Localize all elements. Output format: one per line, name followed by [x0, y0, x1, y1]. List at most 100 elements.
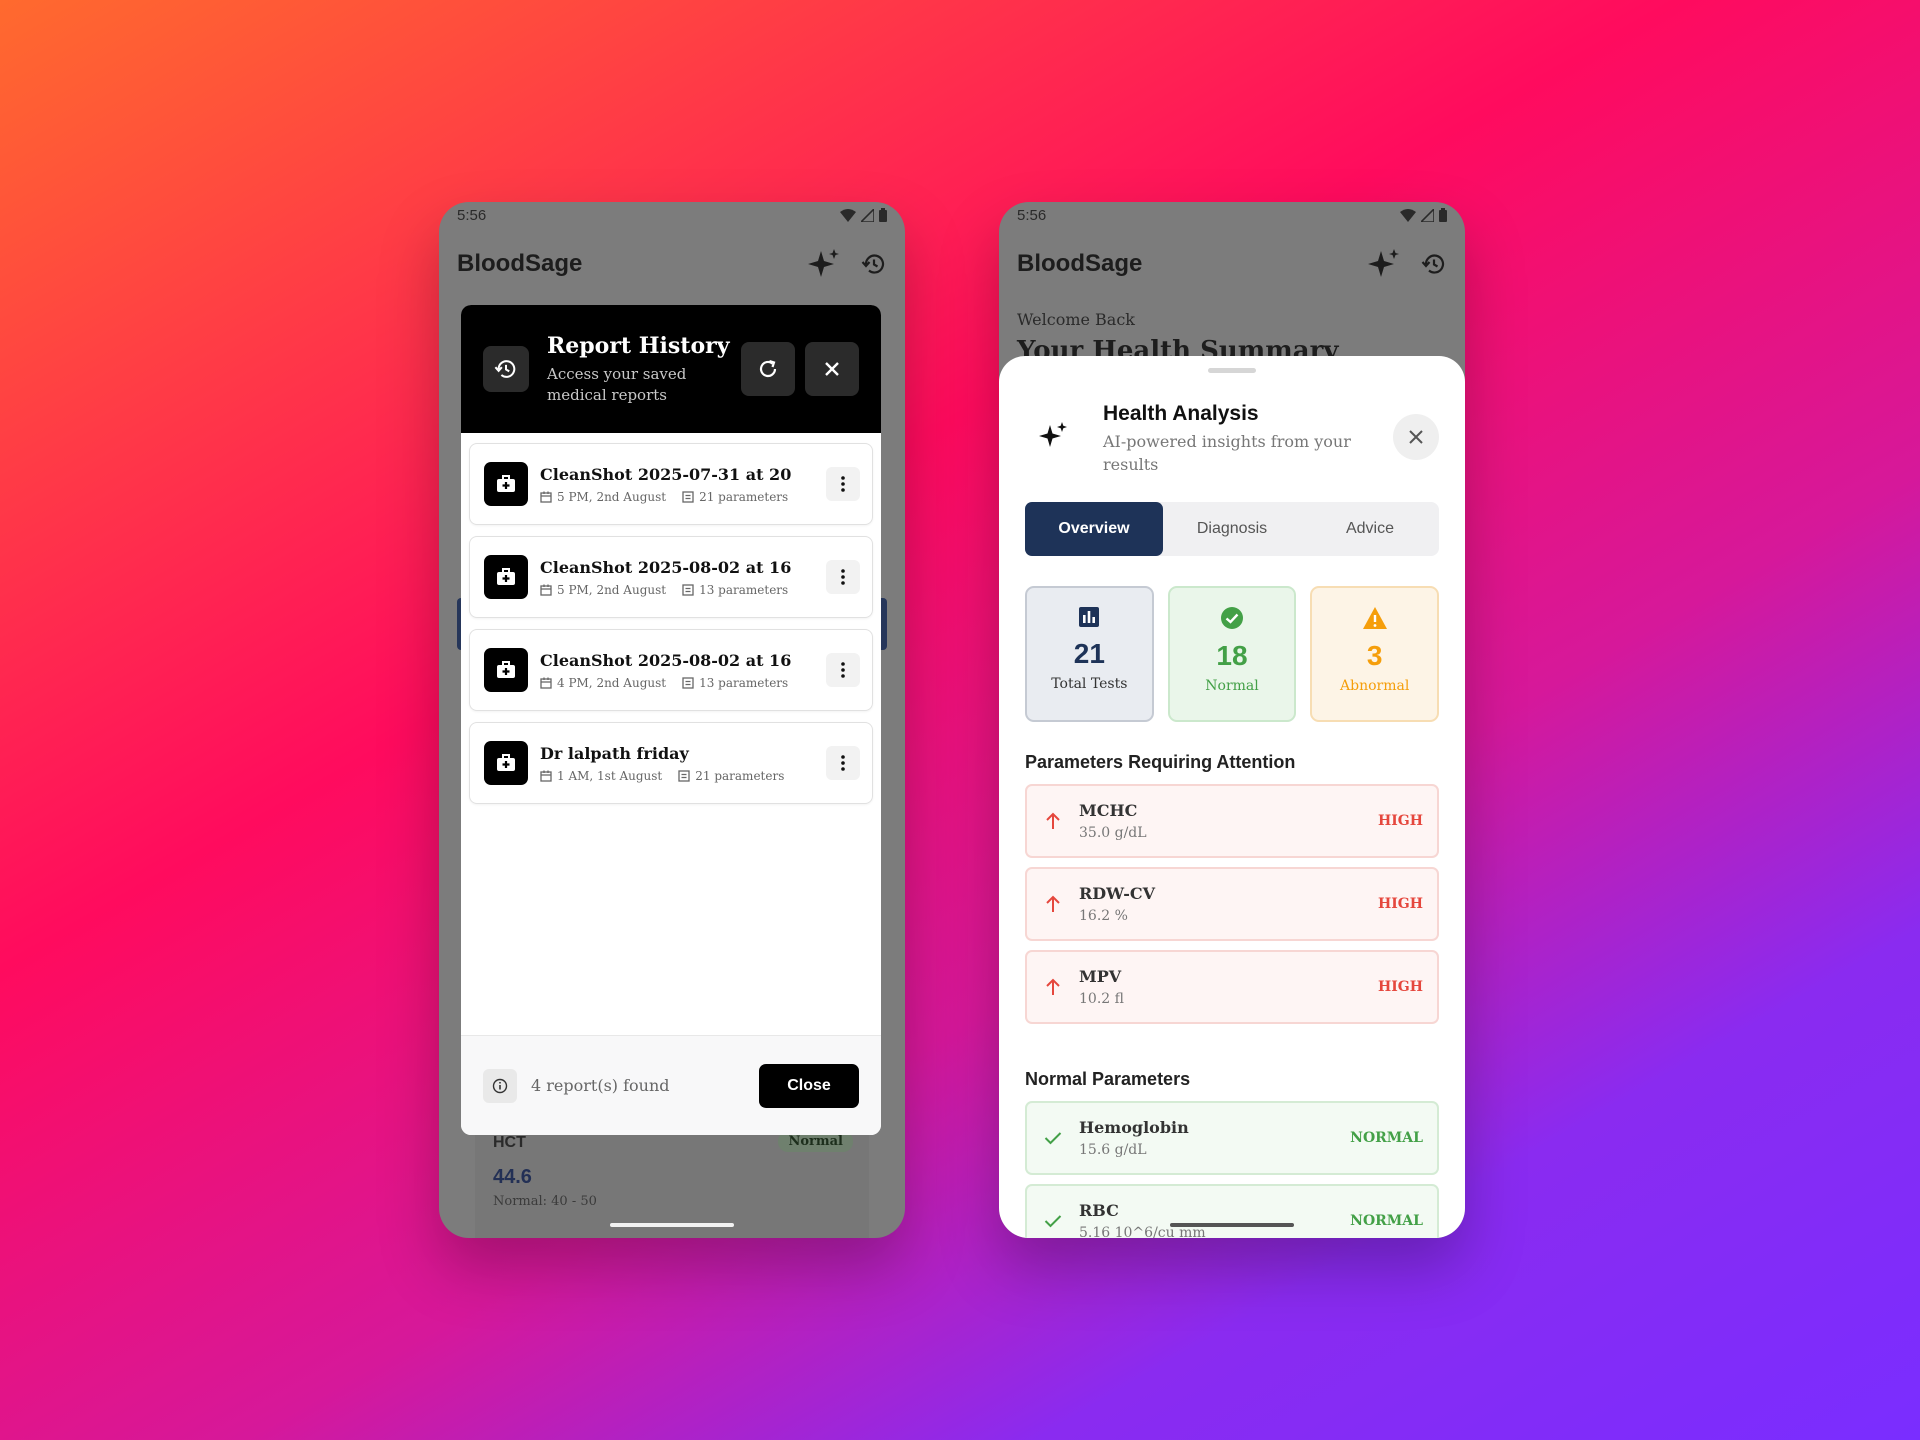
sheet-subtitle: AI-powered insights from your results: [1103, 432, 1351, 475]
tab-advice[interactable]: Advice: [1301, 502, 1439, 556]
report-list: CleanShot 2025-07-31 at 20 5 PM, 2nd Aug…: [461, 433, 881, 804]
tab-overview[interactable]: Overview: [1025, 502, 1163, 556]
report-params: 13 parameters: [699, 582, 789, 597]
modal-title: Report History: [547, 332, 730, 359]
report-count: 4 report(s) found: [531, 1076, 670, 1095]
stat-value: 3: [1366, 640, 1383, 671]
report-item[interactable]: Dr lalpath friday 1 AM, 1st August 21 pa…: [469, 722, 873, 804]
app-bar: BloodSage: [999, 236, 1465, 292]
stat-value: 21: [1073, 638, 1105, 669]
hct-value: 44.6: [493, 1166, 532, 1188]
attention-item[interactable]: RDW-CV 16.2 % HIGH: [1025, 867, 1439, 941]
stats-row: 21 Total Tests 18 Normal 3 Abnormal: [1025, 586, 1440, 722]
param-status: NORMAL: [1350, 1213, 1423, 1229]
stat-normal: 18 Normal: [1167, 586, 1297, 722]
app-title: BloodSage: [457, 250, 583, 277]
phone-report-history: 5:56 BloodSage HCT Normal 44.6 Normal: 4…: [439, 202, 905, 1238]
report-item[interactable]: CleanShot 2025-07-31 at 20 5 PM, 2nd Aug…: [469, 443, 873, 525]
battery-icon: [879, 208, 887, 222]
more-vertical-icon: [841, 755, 845, 771]
report-more-button[interactable]: [826, 653, 860, 687]
report-more-button[interactable]: [826, 560, 860, 594]
tab-diagnosis[interactable]: Diagnosis: [1163, 502, 1301, 556]
arrow-up-icon: [1046, 895, 1060, 912]
report-name: CleanShot 2025-08-02 at 16: [540, 650, 792, 670]
list-icon: [682, 676, 694, 689]
tab-bar: Overview Diagnosis Advice: [1025, 502, 1439, 556]
close-icon: [1409, 430, 1423, 444]
more-vertical-icon: [841, 569, 845, 585]
report-params: 13 parameters: [699, 675, 789, 690]
param-status: HIGH: [1378, 813, 1423, 829]
param-name: MPV: [1079, 967, 1122, 986]
report-item[interactable]: CleanShot 2025-08-02 at 16 4 PM, 2nd Aug…: [469, 629, 873, 711]
sparkle-icon[interactable]: [1367, 247, 1401, 281]
close-icon: [825, 362, 839, 376]
bar-chart-icon: [1079, 607, 1100, 627]
warning-icon: [1362, 607, 1387, 629]
info-icon: [483, 1068, 517, 1103]
status-bar: 5:56: [439, 202, 905, 228]
sparkle-icon[interactable]: [807, 247, 841, 281]
refresh-button[interactable]: [741, 342, 795, 396]
stat-total-tests: 21 Total Tests: [1025, 586, 1154, 722]
stat-label: Normal: [1205, 678, 1259, 694]
param-status: HIGH: [1378, 979, 1423, 995]
medical-bag-icon: [484, 462, 528, 506]
more-vertical-icon: [841, 476, 845, 492]
attention-item[interactable]: MCHC 35.0 g/dL HIGH: [1025, 784, 1439, 858]
check-icon: [1044, 1132, 1062, 1145]
app-title: BloodSage: [1017, 250, 1143, 277]
stat-label: Total Tests: [1051, 676, 1128, 692]
normal-item[interactable]: Hemoglobin 15.6 g/dL NORMAL: [1025, 1101, 1439, 1175]
close-modal-button[interactable]: [805, 342, 859, 396]
medical-bag-icon: [484, 648, 528, 692]
param-status: HIGH: [1378, 896, 1423, 912]
param-value: 35.0 g/dL: [1079, 825, 1147, 841]
report-params: 21 parameters: [695, 768, 785, 783]
modal-header: Report History Access your saved medical…: [461, 305, 881, 433]
home-indicator[interactable]: [1170, 1223, 1294, 1227]
wifi-icon: [840, 208, 856, 222]
attention-item[interactable]: MPV 10.2 fl HIGH: [1025, 950, 1439, 1024]
history-icon[interactable]: [861, 251, 887, 277]
param-status: NORMAL: [1350, 1130, 1423, 1146]
history-icon: [483, 346, 529, 392]
param-name: MCHC: [1079, 801, 1138, 820]
report-name: Dr lalpath friday: [540, 743, 689, 763]
phone-health-analysis: 5:56 BloodSage Welcome Back Your Health …: [999, 202, 1465, 1238]
close-button[interactable]: Close: [759, 1063, 859, 1108]
hct-range: Normal: 40 - 50: [493, 1194, 597, 1209]
modal-subtitle: Access your saved medical reports: [547, 364, 687, 404]
sparkle-icon: [1025, 408, 1081, 464]
stat-abnormal: 3 Abnormal: [1310, 586, 1440, 722]
report-date: 5 PM, 2nd August: [557, 489, 667, 504]
home-indicator[interactable]: [610, 1223, 734, 1227]
list-icon: [682, 583, 694, 596]
param-name: RBC: [1079, 1201, 1119, 1220]
hct-label: HCT: [493, 1134, 526, 1151]
report-date: 4 PM, 2nd August: [557, 675, 667, 690]
report-more-button[interactable]: [826, 746, 860, 780]
list-icon: [682, 490, 694, 503]
app-bar: BloodSage: [439, 236, 905, 292]
param-value: 10.2 fl: [1079, 991, 1124, 1007]
sheet-header: Health Analysis AI-powered insights from…: [1025, 402, 1439, 474]
report-more-button[interactable]: [826, 467, 860, 501]
history-icon[interactable]: [1421, 251, 1447, 277]
list-icon: [678, 769, 690, 782]
report-item[interactable]: CleanShot 2025-08-02 at 16 5 PM, 2nd Aug…: [469, 536, 873, 618]
param-name: Hemoglobin: [1079, 1118, 1189, 1137]
status-time: 5:56: [457, 206, 487, 224]
normal-item[interactable]: RBC 5.16 10^6/cu mm NORMAL: [1025, 1184, 1439, 1238]
check-circle-icon: [1221, 607, 1243, 629]
report-params: 21 parameters: [699, 489, 789, 504]
close-sheet-button[interactable]: [1393, 414, 1439, 460]
param-name: RDW-CV: [1079, 884, 1156, 903]
status-bar: 5:56: [999, 202, 1465, 228]
modal-footer: 4 report(s) found Close: [461, 1035, 881, 1135]
arrow-up-icon: [1046, 812, 1060, 829]
calendar-icon: [540, 584, 552, 596]
calendar-icon: [540, 491, 552, 503]
drag-handle[interactable]: [1208, 368, 1256, 373]
